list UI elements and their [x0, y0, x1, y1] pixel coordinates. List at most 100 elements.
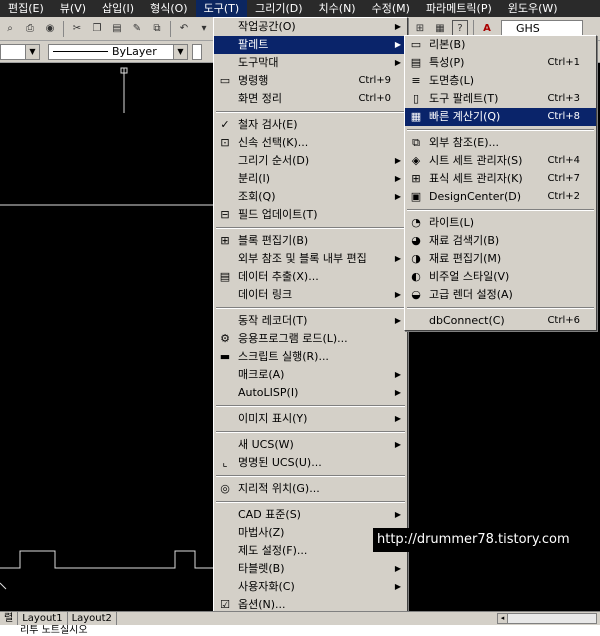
menu-item-label: 리본(B)	[429, 38, 466, 51]
menu-item-사용자화[interactable]: 사용자화(C) ▶	[214, 578, 407, 596]
menu-item-분리[interactable]: 분리(I) ▶	[214, 170, 407, 188]
submenu-arrow-icon: ▶	[394, 156, 401, 165]
command-line[interactable]: 리투 노트실시오	[0, 625, 600, 636]
menu-item-이미지-표시[interactable]: 이미지 표시(Y) ▶	[214, 410, 407, 428]
chevron-down-icon[interactable]: ▼	[25, 44, 39, 59]
menu-item-명명된-ucs[interactable]: ⌞ 명명된 UCS(U)...	[214, 454, 407, 472]
chevron-down-icon[interactable]: ▼	[173, 44, 187, 59]
menu-item-외부-참조[interactable]: ⧉ 외부 참조(E)...	[405, 134, 596, 152]
linetype-combo[interactable]: ByLayer ▼	[48, 43, 188, 60]
menu-item-도구-팔레트[interactable]: ▯ 도구 팔레트(T) Ctrl+3	[405, 90, 596, 108]
menu-item-조회[interactable]: 조회(Q) ▶	[214, 188, 407, 206]
menu-item-label: 블록 편집기(B)	[238, 234, 309, 247]
menu-parametric[interactable]: 파라메트릭(P)	[418, 0, 500, 17]
menu-edit[interactable]: 편집(E)	[0, 0, 52, 17]
menu-item-팔레트[interactable]: 팔레트 ▶	[214, 36, 407, 54]
menu-item-스크립트-실행[interactable]: ▬ 스크립트 실행(R)...	[214, 348, 407, 366]
menu-item-label: 팔레트	[238, 38, 269, 51]
menu-item-label: 매크로(A)	[238, 368, 285, 381]
menu-view[interactable]: 뷰(V)	[52, 0, 94, 17]
menu-item-지리적-위치[interactable]: ◎ 지리적 위치(G)...	[214, 480, 407, 498]
matchprop-icon[interactable]: ✎	[129, 21, 145, 37]
menu-dimension[interactable]: 치수(N)	[311, 0, 364, 17]
publish-icon[interactable]: ◉	[42, 21, 58, 37]
menu-item-특성[interactable]: ▤ 특성(P) Ctrl+1	[405, 54, 596, 72]
menu-item-명령행[interactable]: ▭ 명령행 Ctrl+9	[214, 72, 407, 90]
markup-icon[interactable]: ⊞	[412, 20, 428, 36]
menu-divider	[216, 405, 405, 407]
menu-item-label: 외부 참조 및 블록 내부 편집	[238, 252, 367, 265]
menu-item-외부-참조-및-블록-내부-편집[interactable]: 외부 참조 및 블록 내부 편집 ▶	[214, 250, 407, 268]
menu-item-도구막대[interactable]: 도구막대 ▶	[214, 54, 407, 72]
menu-item-표식-세트-관리자[interactable]: ⊞ 표식 세트 관리자(K) Ctrl+7	[405, 170, 596, 188]
menu-draw[interactable]: 그리기(D)	[247, 0, 310, 17]
toolbar-divider	[170, 20, 171, 37]
menu-item-화면-정리[interactable]: 화면 정리 Ctrl+0	[214, 90, 407, 108]
cut-icon[interactable]: ✂	[69, 21, 85, 37]
menu-item-도면층[interactable]: ≡ 도면층(L)	[405, 72, 596, 90]
tab-layout2[interactable]: Layout2	[68, 612, 117, 625]
menu-item-새-ucs[interactable]: 새 UCS(W) ▶	[214, 436, 407, 454]
menu-item-리본[interactable]: ▭ 리본(B)	[405, 36, 596, 54]
menu-item-빠른-계산기[interactable]: ▦ 빠른 계산기(Q) Ctrl+8	[405, 108, 596, 126]
menu-item-라이트[interactable]: ◔ 라이트(L)	[405, 214, 596, 232]
menu-item-데이터-링크[interactable]: 데이터 링크 ▶	[214, 286, 407, 304]
textstyle-combo[interactable]: GHS	[501, 20, 583, 36]
toolbar-divider	[473, 20, 474, 36]
menu-item-designcenter[interactable]: ▣ DesignCenter(D) Ctrl+2	[405, 188, 596, 206]
designcenter-icon: ▣	[410, 190, 422, 203]
plot-icon[interactable]: ⎙	[22, 21, 38, 37]
horizontal-scrollbar[interactable]: ◂	[497, 613, 597, 624]
menu-item-cad-표준[interactable]: CAD 표준(S) ▶	[214, 506, 407, 524]
menu-item-시트-세트-관리자[interactable]: ◈ 시트 세트 관리자(S) Ctrl+4	[405, 152, 596, 170]
copy-icon[interactable]: ❐	[89, 21, 105, 37]
menu-item-매크로[interactable]: 매크로(A) ▶	[214, 366, 407, 384]
menu-item-shortcut: Ctrl+3	[547, 93, 580, 104]
menu-item-응용프로그램-로드[interactable]: ⚙ 응용프로그램 로드(L)...	[214, 330, 407, 348]
menu-item-재료-편집기[interactable]: ◑ 재료 편집기(M)	[405, 250, 596, 268]
menu-item-고급-렌더-설정[interactable]: ◒ 고급 렌더 설정(A)	[405, 286, 596, 304]
palette-submenu: ▭ 리본(B) ▤ 특성(P) Ctrl+1 ≡ 도면층(L) ▯ 도구 팔레트(T) Ctrl+…	[404, 35, 597, 331]
layer-icon: ≡	[411, 74, 421, 87]
menu-item-label: 동작 레코더(T)	[238, 314, 308, 327]
dropdown-icon[interactable]: ▾	[196, 21, 212, 37]
menu-item-label: 빠른 계산기(Q)	[429, 110, 501, 123]
block-edit-icon[interactable]: ⧉	[149, 21, 165, 37]
lineweight-combo[interactable]	[192, 43, 202, 60]
color-combo[interactable]: ▼	[0, 43, 40, 60]
menu-item-신속-선택[interactable]: ⊡ 신속 선택(K)...	[214, 134, 407, 152]
menu-item-label: 특성(P)	[429, 56, 465, 69]
menu-window[interactable]: 윈도우(W)	[500, 0, 566, 17]
menu-modify[interactable]: 수정(M)	[364, 0, 418, 17]
textstyle-icon[interactable]: A	[479, 20, 495, 36]
undo-icon[interactable]: ↶	[176, 21, 192, 37]
zoom-icon[interactable]: ⌕	[2, 21, 18, 37]
menu-item-작업공간[interactable]: 작업공간(O) ▶	[214, 18, 407, 36]
tab-model[interactable]: 렬	[0, 612, 19, 625]
menu-format[interactable]: 형식(O)	[142, 0, 195, 17]
paste-icon[interactable]: ▤	[109, 21, 125, 37]
menu-item-그리기-순서[interactable]: 그리기 순서(D) ▶	[214, 152, 407, 170]
menu-item-필드-업데이트[interactable]: ⊟ 필드 업데이트(T)	[214, 206, 407, 224]
options-icon: ☑	[220, 598, 230, 611]
menu-item-label: 데이터 추출(X)...	[238, 270, 319, 283]
menu-item-dbconnect[interactable]: dbConnect(C) Ctrl+6	[405, 312, 596, 330]
menu-item-데이터-추출[interactable]: ▤ 데이터 추출(X)...	[214, 268, 407, 286]
menu-item-label: 도면층(L)	[429, 74, 475, 87]
menu-item-철자-검사[interactable]: ✓ 철자 검사(E)	[214, 116, 407, 134]
quickcalc-icon[interactable]: ▦	[432, 20, 448, 36]
tab-layout1[interactable]: Layout1	[18, 612, 68, 625]
scroll-left-icon[interactable]: ◂	[498, 614, 508, 623]
quickselect-icon: ⊡	[220, 136, 230, 149]
menu-item-타블렛[interactable]: 타블렛(B) ▶	[214, 560, 407, 578]
menu-item-블록-편집기[interactable]: ⊞ 블록 편집기(B)	[214, 232, 407, 250]
menu-insert[interactable]: 삽입(I)	[94, 0, 142, 17]
menu-item-재료-검색기[interactable]: ◕ 재료 검색기(B)	[405, 232, 596, 250]
help-icon[interactable]: ?	[452, 20, 468, 36]
menu-item-비주얼-스타일[interactable]: ◐ 비주얼 스타일(V)	[405, 268, 596, 286]
menu-item-동작-레코더[interactable]: 동작 레코더(T) ▶	[214, 312, 407, 330]
menu-tools[interactable]: 도구(T)	[195, 0, 248, 17]
menu-divider	[216, 501, 405, 503]
menu-item-label: 사용자화(C)	[238, 580, 295, 593]
menu-item-autolisp[interactable]: AutoLISP(I) ▶	[214, 384, 407, 402]
